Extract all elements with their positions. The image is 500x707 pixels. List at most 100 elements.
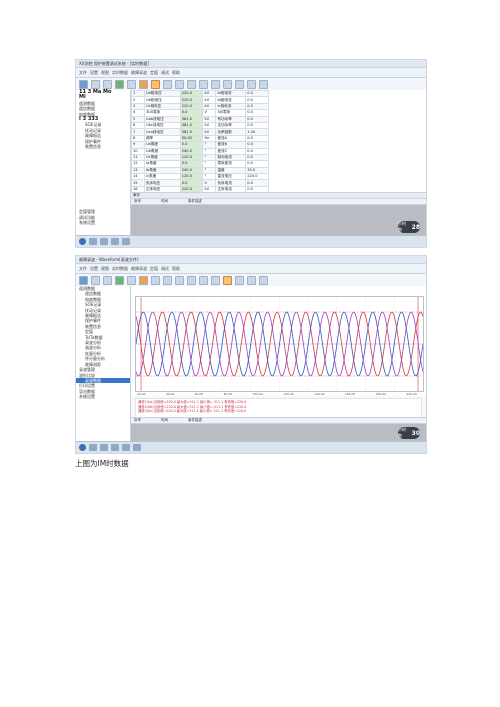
tool-icon[interactable] bbox=[247, 276, 256, 285]
tool-icon[interactable] bbox=[211, 80, 220, 89]
tool-icon[interactable] bbox=[211, 276, 220, 285]
axis-tick: 20.00 bbox=[137, 392, 146, 396]
legend-line: 通道3(Uc)当前值=220.0 最大值=311.1 最小值=-311.1 有效… bbox=[138, 409, 247, 414]
ribbon-tab[interactable]: 调试 bbox=[161, 70, 169, 76]
stop-icon[interactable] bbox=[187, 276, 196, 285]
realtime-icon[interactable] bbox=[151, 80, 160, 89]
open-icon[interactable] bbox=[79, 276, 88, 285]
lower-panel-title: 事件 bbox=[131, 192, 426, 199]
ribbon-tab[interactable]: 帮助 bbox=[172, 266, 180, 272]
waveform-icon[interactable] bbox=[223, 276, 232, 285]
app-icon[interactable] bbox=[89, 238, 97, 245]
lower-panel-header: 序号 时间 事件描述 bbox=[131, 417, 426, 424]
tool-icon[interactable] bbox=[235, 80, 244, 89]
data-table-wrap: 1 Ua相电压 220.0 kV Ia相电流 0.0 2 Ub相电压 220.0 kV Ib相电流 0… bbox=[131, 90, 426, 192]
column-header[interactable]: 事件描述 bbox=[188, 199, 202, 204]
app-icon[interactable] bbox=[100, 444, 108, 451]
app-icon[interactable] bbox=[111, 444, 119, 451]
tool-icon[interactable] bbox=[235, 276, 244, 285]
column-header[interactable]: 时间 bbox=[161, 199, 168, 204]
stop-icon[interactable] bbox=[187, 80, 196, 89]
status-badge: 小时数 28 bbox=[398, 221, 420, 233]
navigation-tree: 11 3 Ma Mo Mi 遥测数据 遥信数据 电度数据 I 3 333 SOE… bbox=[76, 89, 131, 235]
ribbon-tab[interactable]: 文件 bbox=[79, 266, 87, 272]
screenshot-realtime-data: XX测控 保护装置调试系统 - [实时数据] 文件 设置 视图 实时数据 故障录… bbox=[75, 59, 427, 248]
realtime-icon[interactable] bbox=[151, 276, 160, 285]
window-title: XX测控 保护装置调试系统 - [实时数据] bbox=[76, 60, 426, 68]
tree-item[interactable]: 系统设置 bbox=[76, 394, 130, 399]
record-icon[interactable] bbox=[139, 80, 148, 89]
save-icon[interactable] bbox=[91, 276, 100, 285]
axis-tick: 80.00 bbox=[223, 392, 233, 396]
ribbon-tabs: 文件 设置 视图 实时数据 故障录波 定值 调试 帮助 bbox=[76, 68, 426, 78]
ribbon-tab[interactable]: 故障录波 bbox=[131, 70, 147, 76]
figure-caption: 上图为IM时数据 bbox=[75, 459, 129, 468]
taskbar bbox=[76, 441, 426, 453]
ribbon-tab[interactable]: 定值 bbox=[150, 266, 158, 272]
event-list-panel bbox=[131, 205, 426, 235]
app-icon[interactable] bbox=[100, 238, 108, 245]
ribbon-tab[interactable]: 故障录波 bbox=[131, 266, 147, 272]
settings-icon[interactable] bbox=[175, 80, 184, 89]
settings-icon[interactable] bbox=[175, 276, 184, 285]
refresh-icon[interactable] bbox=[163, 80, 172, 89]
app-icon[interactable] bbox=[133, 444, 141, 451]
ribbon-tab[interactable]: 定值 bbox=[150, 70, 158, 76]
ribbon-tabs: 文件 设置 视图 实时数据 故障录波 定值 调试 帮助 bbox=[76, 264, 426, 274]
ribbon-tab[interactable]: 视图 bbox=[101, 266, 109, 272]
ribbon-tab[interactable]: 调试 bbox=[161, 266, 169, 272]
axis-tick: 120.00 bbox=[283, 392, 294, 396]
column-header[interactable]: 序号 bbox=[134, 199, 141, 204]
navigation-tree: 遥测数据 遥信数据 电度数据 SOE记录 扰动记录 故障报告 保护事件 装置信息 定值 Ts/Ta… bbox=[76, 286, 131, 441]
app-icon[interactable] bbox=[89, 444, 97, 451]
disconnect-icon[interactable] bbox=[127, 276, 136, 285]
screenshot-waveform: 故障录波 - Waveform[录波文件] 文件 设置 视图 实时数据 故障录波… bbox=[75, 255, 427, 454]
axis-tick: 60.00 bbox=[194, 392, 204, 396]
column-header[interactable]: 事件描述 bbox=[188, 418, 202, 423]
axis-tick: 40.00 bbox=[165, 392, 175, 396]
tool-icon[interactable] bbox=[223, 80, 232, 89]
axis-tick: 100.00 bbox=[252, 392, 264, 396]
connect-icon[interactable] bbox=[115, 276, 124, 285]
start-icon[interactable] bbox=[79, 238, 86, 245]
record-icon[interactable] bbox=[139, 276, 148, 285]
tool-icon[interactable] bbox=[199, 276, 208, 285]
axis-tick: 160.00 bbox=[344, 392, 356, 396]
column-header[interactable]: 时间 bbox=[161, 418, 168, 423]
column-header[interactable]: 序号 bbox=[134, 418, 141, 423]
save-icon[interactable] bbox=[91, 80, 100, 89]
disconnect-icon[interactable] bbox=[127, 80, 136, 89]
ribbon-tab[interactable]: 帮助 bbox=[172, 70, 180, 76]
tool-icon[interactable] bbox=[199, 80, 208, 89]
ribbon-tab[interactable]: 实时数据 bbox=[112, 70, 128, 76]
axis-tick: 200.00 bbox=[406, 392, 417, 396]
waveform-plot bbox=[135, 296, 424, 392]
tool-icon[interactable] bbox=[247, 80, 256, 89]
tool-icon[interactable] bbox=[259, 276, 268, 285]
waveform-panel: 20.00 40.00 60.00 80.00 100.00 120.00 14… bbox=[131, 286, 426, 396]
tool-icon[interactable] bbox=[259, 80, 268, 89]
print-icon[interactable] bbox=[103, 276, 112, 285]
ribbon-tab[interactable]: 实时数据 bbox=[112, 266, 128, 272]
realtime-data-table: 1 Ua相电压 220.0 kV Ia相电流 0.0 2 Ub相电压 220.0 kV Ib相电流 0… bbox=[131, 90, 269, 192]
open-icon[interactable] bbox=[79, 80, 88, 89]
taskbar bbox=[76, 235, 426, 247]
refresh-icon[interactable] bbox=[163, 276, 172, 285]
channel-legend: 通道1(Ua)当前值=220.0 最大值=311.1 最小值=-311.1 有效… bbox=[135, 398, 422, 418]
app-icon[interactable] bbox=[122, 238, 130, 245]
status-badge: 小时数 30 bbox=[398, 427, 420, 439]
ribbon-tab[interactable]: 文件 bbox=[79, 70, 87, 76]
tree-item[interactable]: 系统设置 bbox=[76, 220, 130, 225]
print-icon[interactable] bbox=[103, 80, 112, 89]
axis-tick: 140.00 bbox=[314, 392, 325, 396]
ribbon-tab[interactable]: 视图 bbox=[101, 70, 109, 76]
connect-icon[interactable] bbox=[115, 80, 124, 89]
content-area: 20.00 40.00 60.00 80.00 100.00 120.00 14… bbox=[131, 286, 426, 446]
ribbon-tab[interactable]: 设置 bbox=[90, 70, 98, 76]
app-icon[interactable] bbox=[122, 444, 130, 451]
start-icon[interactable] bbox=[79, 444, 86, 451]
app-icon[interactable] bbox=[111, 238, 119, 245]
time-axis: 20.00 40.00 60.00 80.00 100.00 120.00 14… bbox=[137, 392, 417, 396]
content-area: 1 Ua相电压 220.0 kV Ia相电流 0.0 2 Ub相电压 220.0 kV Ib相电流 0… bbox=[131, 90, 426, 235]
ribbon-tab[interactable]: 设置 bbox=[90, 266, 98, 272]
